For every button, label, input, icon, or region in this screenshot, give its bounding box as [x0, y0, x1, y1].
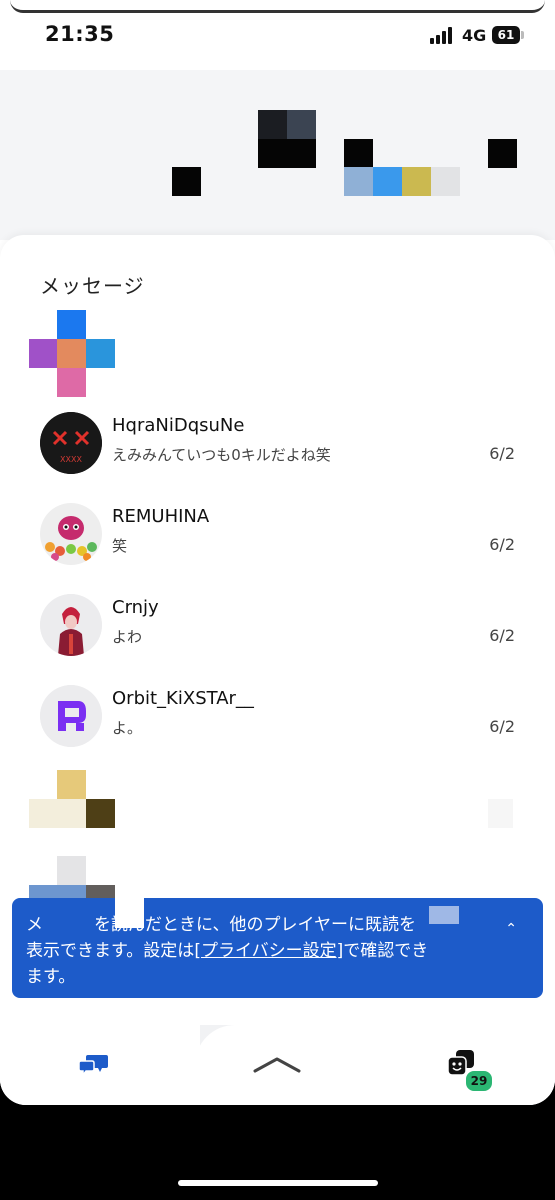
r-logo-icon	[40, 685, 102, 747]
banner-line3: ます。	[26, 967, 76, 987]
device-edge	[10, 0, 545, 13]
blurred-avatar	[57, 770, 86, 799]
message-date: 6/2	[489, 444, 515, 463]
chevron-up-icon[interactable]	[252, 1055, 302, 1075]
message-date: 6/2	[489, 717, 515, 736]
signal-icon	[430, 27, 456, 44]
sheet-title: メッセージ	[40, 274, 145, 298]
message-row[interactable]: REMUHINA 笑 6/2	[0, 503, 555, 583]
network-type: 4G	[462, 26, 487, 45]
contact-name: Crnjy	[112, 597, 159, 618]
message-date: 6/2	[489, 535, 515, 554]
blurred-avatar	[57, 310, 86, 339]
status-time: 21:35	[45, 22, 115, 46]
app-screen: 21:35 4G 61 メッセージ XXXX HqraNiDqsuNe えみみん…	[0, 0, 555, 1105]
message-preview: 笑	[112, 537, 128, 555]
avatar	[40, 685, 102, 747]
blurred-header	[0, 70, 555, 240]
collapse-chevron-icon[interactable]: ⌃	[505, 916, 517, 942]
contact-name: REMUHINA	[112, 506, 210, 527]
battery-tip	[521, 31, 524, 39]
friends-count-badge: 29	[464, 1069, 494, 1093]
message-row[interactable]: XXXX HqraNiDqsuNe えみみんていつも0キルだよね笑 6/2	[0, 412, 555, 492]
message-preview: えみみんていつも0キルだよね笑	[112, 446, 331, 464]
chat-bubbles-icon[interactable]	[78, 1051, 110, 1077]
message-row[interactable]: Crnjy よわ 6/2	[0, 594, 555, 674]
banner-line2a: 表示できます。設定は	[26, 941, 195, 961]
avatar	[40, 594, 102, 656]
message-preview: よ。	[112, 719, 143, 737]
avatar: XXXX	[40, 412, 102, 474]
svg-text:XXXX: XXXX	[60, 455, 82, 464]
privacy-settings-link[interactable]: [プライバシー設定]	[194, 941, 343, 961]
blurred-avatar	[57, 856, 86, 885]
banner-line2b: で確認でき	[343, 941, 429, 961]
banner-text: メ を読んだときに、他のプレイヤーに既読を 表示できます。設定は[プライバシー設…	[26, 912, 496, 990]
bottom-nav: 29	[0, 1025, 555, 1105]
message-date: 6/2	[489, 626, 515, 645]
banner-line1: メ を読んだときに、他のプレイヤーに既読を	[26, 915, 416, 935]
status-bar: 21:35 4G 61	[0, 0, 555, 70]
battery-icon: 61	[492, 26, 520, 44]
message-row[interactable]: Orbit_KiXSTAr__ よ。 6/2	[0, 685, 555, 765]
avatar	[40, 503, 102, 565]
read-receipt-banner[interactable]: メ を読んだときに、他のプレイヤーに既読を 表示できます。設定は[プライバシー設…	[12, 898, 543, 998]
octopus-icon	[45, 516, 97, 561]
character-icon	[40, 594, 102, 656]
contact-name: Orbit_KiXSTAr__	[112, 688, 254, 709]
home-indicator[interactable]	[178, 1180, 378, 1186]
message-preview: よわ	[112, 628, 143, 646]
contact-name: HqraNiDqsuNe	[112, 415, 245, 436]
skull-icon: XXXX	[40, 412, 102, 474]
